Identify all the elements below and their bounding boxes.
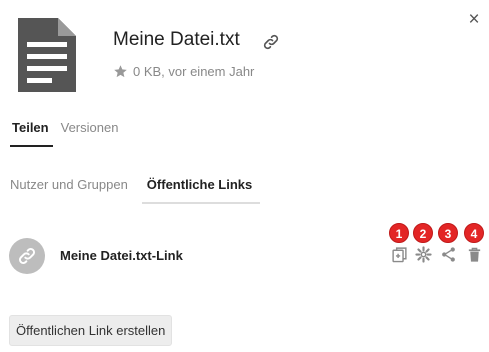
link-actions: 1 2 3 4 — [389, 223, 489, 268]
file-meta: 0 KB, vor einem Jahr — [113, 64, 254, 79]
step-badge: 1 — [389, 223, 409, 243]
file-size-date: 0 KB, vor einem Jahr — [133, 64, 255, 79]
star-icon[interactable] — [113, 64, 128, 79]
share-icon[interactable] — [440, 246, 457, 263]
tab-versions[interactable]: Versionen — [61, 120, 119, 147]
close-icon[interactable]: × — [468, 9, 479, 30]
text-file-icon — [18, 18, 76, 92]
step-badge: 4 — [464, 223, 484, 243]
delete-link-button[interactable]: 4 — [464, 223, 488, 268]
main-tabs: Teilen Versionen — [10, 120, 118, 147]
trash-icon[interactable] — [466, 246, 483, 263]
copy-link-button[interactable]: 1 — [389, 223, 413, 268]
tab-share[interactable]: Teilen — [10, 120, 53, 147]
sub-tabs: Nutzer und Gruppen Öffentliche Links — [10, 177, 261, 204]
step-badge: 2 — [413, 223, 433, 243]
link-icon — [19, 248, 35, 264]
tab-users-and-groups[interactable]: Nutzer und Gruppen — [10, 177, 128, 204]
link-settings-button[interactable]: 2 — [413, 223, 437, 268]
public-link-name: Meine Datei.txt-Link — [60, 248, 183, 263]
create-public-link-button[interactable]: Öffentlichen Link erstellen — [9, 315, 173, 346]
file-name: Meine Datei.txt — [113, 29, 240, 50]
share-link-button[interactable]: 3 — [438, 223, 462, 268]
tab-public-links[interactable]: Öffentliche Links — [141, 177, 261, 204]
settings-gear-icon[interactable] — [415, 246, 432, 263]
link-avatar — [9, 238, 45, 274]
step-badge: 3 — [438, 223, 458, 243]
close-button[interactable]: × — [463, 9, 485, 31]
link-icon[interactable] — [262, 33, 280, 51]
copy-link-icon[interactable] — [391, 246, 408, 263]
